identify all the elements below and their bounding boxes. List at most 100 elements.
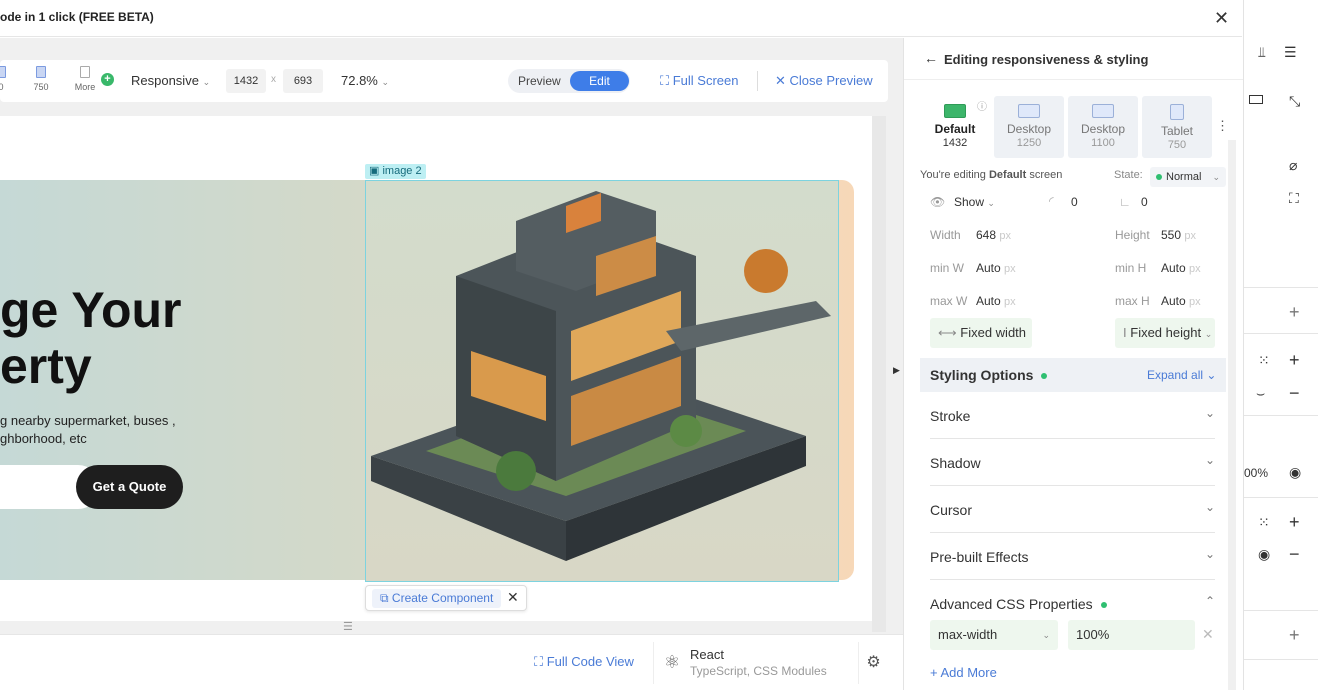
house-image[interactable] [365,180,839,582]
expand-all-button[interactable]: Expand all ⌄ [1147,368,1216,382]
remove-icon[interactable]: ✕ [1202,626,1214,643]
more-options-icon[interactable]: ⋮ [1216,118,1229,134]
add-icon[interactable]: + [1289,625,1300,646]
drag-handle-icon[interactable]: ☰ [343,620,353,633]
component-icon: ⧉ [380,591,389,605]
add-icon[interactable]: + [1289,350,1300,371]
close-icon[interactable]: ✕ [507,589,519,606]
css-property-select[interactable]: max-width ⌄ [930,620,1058,650]
collapse-icon[interactable]: ⤡ [1289,93,1300,110]
css-value-input[interactable]: 100% [1068,620,1195,650]
eye-icon[interactable]: ◉ [1289,464,1301,481]
tab-desktop-1100[interactable]: Desktop 1100 [1068,96,1138,158]
fullscreen-icon[interactable]: ⛶ [1289,190,1299,207]
chevron-down-icon: ⌄ [1204,453,1215,467]
chevron-down-icon: ⌄ [381,77,390,87]
device-option-more[interactable]: More [70,66,100,92]
radius-input[interactable]: 0 [1071,195,1078,209]
add-icon[interactable]: + [1289,302,1300,323]
drag-dots-icon[interactable]: ⁙ [1258,352,1270,369]
eye-icon[interactable]: ◉ [1258,546,1270,563]
min-width-label: min W [930,261,964,275]
create-component-popover: ⧉ Create Component ✕ [365,585,527,611]
canvas-scrollbar[interactable] [872,116,886,632]
close-preview-button[interactable]: ✕ Close Preview [775,73,873,89]
chevron-down-icon: ⌄ [1204,406,1215,420]
bottom-bar: ⛶ Full Code View ⚛ React TypeScript, CSS… [0,634,903,690]
height-icon: I [1123,325,1127,340]
status-dot [1100,602,1107,609]
fixed-height-dropdown[interactable]: I Fixed height ⌄ [1115,318,1215,348]
height-label: Height [1115,228,1150,242]
device-option-750[interactable]: 750 [26,66,56,92]
css-property-row: max-width ⌄ 100% ✕ [930,620,1220,652]
visibility-dropdown[interactable]: Show ⌄ [954,195,995,209]
height-input[interactable]: 693 [283,69,323,93]
tablet-icon [36,66,46,78]
preview-button[interactable]: Preview [518,74,561,88]
add-more-button[interactable]: + Add More [930,665,997,680]
chevron-down-icon: ⌄ [1212,172,1221,182]
tab-tablet-750[interactable]: Tablet 750 [1142,96,1212,158]
back-arrow-icon[interactable]: ← [924,50,938,66]
hidden-eye-icon[interactable]: ⌣ [1256,385,1265,402]
chevron-down-icon: ⌄ [1204,547,1215,561]
panel-header: ← Editing responsiveness & styling [904,38,1243,80]
minus-icon[interactable]: − [1289,383,1300,404]
modal-title: ode in 1 click (FREE BETA) [0,10,154,24]
panel-scrollbar[interactable] [1228,140,1236,690]
tab-desktop-1250[interactable]: Desktop 1250 [994,96,1064,158]
section-stroke[interactable]: Stroke ⌄ [930,392,1215,439]
device-option-mobile[interactable]: 0 [0,66,16,92]
max-width-field[interactable]: Auto px [976,294,1016,308]
close-icon[interactable]: ✕ [1214,9,1229,27]
create-component-button[interactable]: ⧉ Create Component [372,589,502,608]
styling-options-header[interactable]: Styling Options Expand all ⌄ [920,358,1226,392]
framework-selector[interactable]: ⚛ React TypeScript, CSS Modules [653,642,838,684]
min-width-field[interactable]: Auto px [976,261,1016,275]
full-code-view-button[interactable]: ⛶ Full Code View [534,654,634,670]
modal-titlebar: ode in 1 click (FREE BETA) ✕ [0,0,1242,37]
max-height-field[interactable]: Auto px [1161,294,1201,308]
minus-icon[interactable]: − [1289,544,1300,565]
preview-edit-toggle[interactable]: Preview Edit [508,69,630,93]
plus-icon[interactable]: + [101,73,114,86]
corner-input[interactable]: 0 [1141,195,1148,209]
collapse-arrow-icon[interactable]: ▶ [893,365,900,376]
full-screen-button[interactable]: ⛶ Full Screen [660,73,738,89]
drag-dots-icon[interactable]: ⁙ [1258,514,1270,531]
get-quote-button[interactable]: Get a Quote [76,465,183,509]
divider [757,71,758,91]
expand-icon: ⛶ [534,654,544,669]
section-cursor[interactable]: Cursor ⌄ [930,486,1215,533]
min-height-label: min H [1115,261,1147,275]
edit-button[interactable]: Edit [570,71,629,91]
info-icon[interactable]: ⓘ [977,98,987,113]
width-input[interactable]: 1432 [226,69,266,93]
link-icon[interactable]: ⌀ [1289,157,1297,174]
add-icon[interactable]: + [1289,512,1300,533]
height-field[interactable]: 550 px [1161,228,1196,242]
chevron-down-icon: ⌄ [1206,368,1217,382]
panel-title: Editing responsiveness & styling [944,52,1149,67]
times-label: x [271,74,276,85]
responsive-dropdown[interactable]: Responsive ⌄ [131,73,210,88]
eye-icon[interactable]: 👁 [930,195,945,209]
width-field[interactable]: 648 px [976,228,1011,242]
align-dropdown-icon[interactable]: ☰ [1284,44,1297,61]
chevron-down-icon: ⌄ [1042,630,1050,640]
hero-headline[interactable]: ge Your erty [0,282,182,394]
state-dropdown[interactable]: Normal ⌄ [1150,167,1226,187]
min-height-field[interactable]: Auto px [1161,261,1201,275]
opacity-value[interactable]: 00% [1244,466,1268,480]
settings-gear-icon[interactable]: ⚙ [858,642,888,684]
frame-icon[interactable] [1249,95,1263,104]
expand-icon: ⛶ [660,73,670,88]
zoom-dropdown[interactable]: 72.8% ⌄ [341,73,389,88]
hero-subtext[interactable]: g nearby supermarket, buses , ghborhood,… [0,412,176,448]
align-bottom-icon[interactable]: ⫫ [1258,44,1266,61]
section-shadow[interactable]: Shadow ⌄ [930,439,1215,486]
fixed-width-dropdown[interactable]: ⟷ Fixed width ⌄ [930,318,1032,369]
chevron-down-icon: ⌄ [202,77,211,87]
section-prebuilt-effects[interactable]: Pre-built Effects ⌄ [930,533,1215,580]
